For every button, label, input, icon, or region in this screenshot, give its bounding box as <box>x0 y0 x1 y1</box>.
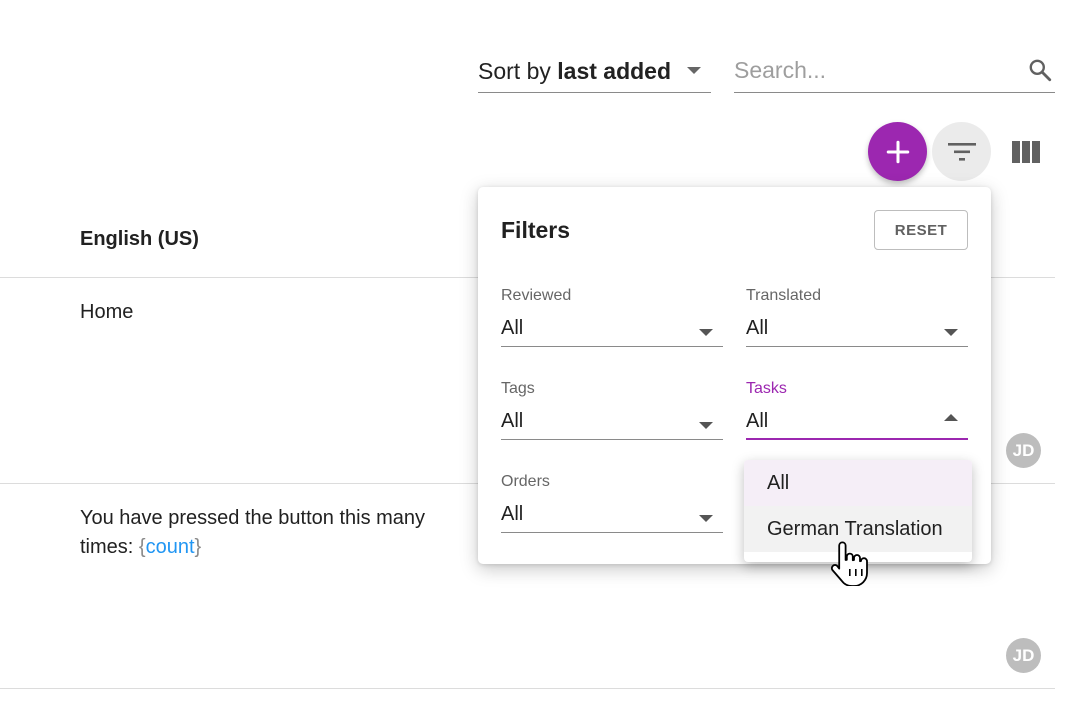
table-row-text[interactable]: Home <box>80 298 133 327</box>
translated-select[interactable]: Translated All <box>746 287 968 347</box>
param-placeholder: count <box>145 536 195 558</box>
dropdown-option-german-translation[interactable]: German Translation <box>744 506 972 552</box>
translated-label: Translated <box>746 287 821 304</box>
search-input[interactable] <box>734 54 1014 86</box>
filter-icon <box>947 142 976 161</box>
chevron-up-icon <box>944 414 958 421</box>
tags-select[interactable]: Tags All <box>501 380 723 440</box>
orders-select[interactable]: Orders All <box>501 473 723 533</box>
reviewed-select[interactable]: Reviewed All <box>501 287 723 347</box>
search-box <box>734 50 1055 93</box>
sort-label: Sort by last added <box>478 57 672 84</box>
sort-select[interactable]: Sort by last added <box>478 50 711 93</box>
table-row-text[interactable]: You have pressed the button this many ti… <box>80 504 425 562</box>
chevron-down-icon <box>699 422 713 429</box>
tags-value: All <box>501 410 524 432</box>
dropdown-option-all[interactable]: All <box>744 460 972 506</box>
reviewed-label: Reviewed <box>501 287 572 304</box>
columns-button[interactable] <box>1008 134 1044 170</box>
add-key-button[interactable] <box>868 122 927 181</box>
reviewed-value: All <box>501 317 524 339</box>
tasks-value: All <box>746 410 769 432</box>
avatar: JD <box>1006 433 1041 468</box>
reset-button[interactable]: RESET <box>874 210 968 250</box>
tasks-select[interactable]: Tasks All <box>746 380 968 440</box>
chevron-down-icon <box>687 67 701 74</box>
translated-value: All <box>746 317 769 339</box>
columns-icon <box>1012 141 1040 163</box>
avatar: JD <box>1006 638 1041 673</box>
tags-label: Tags <box>501 380 535 397</box>
row-divider <box>0 688 1055 689</box>
orders-value: All <box>501 503 524 525</box>
tasks-dropdown-menu: All German Translation <box>744 460 972 562</box>
orders-label: Orders <box>501 473 550 490</box>
filters-title: Filters <box>501 217 571 243</box>
chevron-down-icon <box>699 515 713 522</box>
filter-button[interactable] <box>932 122 991 181</box>
search-icon[interactable] <box>1027 57 1053 83</box>
plus-icon <box>886 140 909 163</box>
tasks-label: Tasks <box>746 380 787 397</box>
chevron-down-icon <box>699 329 713 336</box>
column-header-english: English (US) <box>80 228 199 250</box>
sort-value: last added <box>557 57 672 84</box>
chevron-down-icon <box>944 329 958 336</box>
